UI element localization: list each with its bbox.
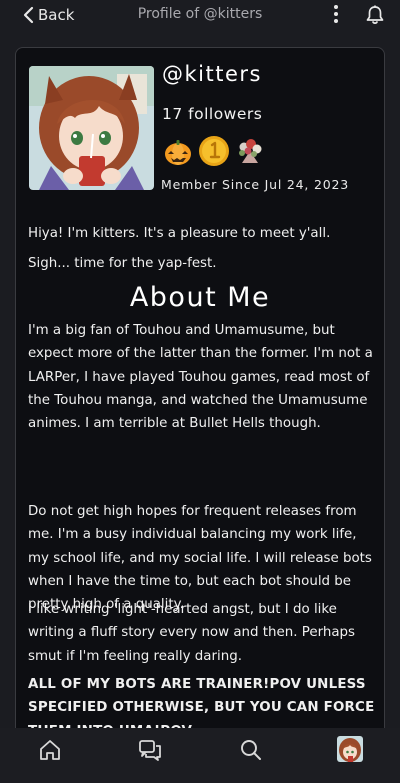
bio-line: Hiya! I'm kitters. It's a pleasure to me… — [28, 226, 331, 241]
nav-profile-avatar[interactable] — [337, 736, 363, 762]
about-paragraph: I like writing 'light'-hearted angst, bu… — [28, 602, 356, 664]
badge-list — [162, 134, 266, 168]
bio-line: Sigh... time for the yap-fest. — [28, 256, 217, 271]
bell-icon[interactable] — [364, 4, 386, 26]
profile-card: @kitters 17 followers Member Since Jul 2… — [15, 47, 385, 749]
gold-coin-badge-icon[interactable] — [198, 135, 230, 167]
username: @kitters — [162, 62, 262, 86]
bio-intro: Hiya! I'm kitters. It's a pleasure to me… — [28, 222, 374, 275]
about-paragraph: I'm a big fan of Touhou and Umamusume, b… — [28, 323, 373, 432]
flower-bouquet-badge-icon[interactable] — [234, 135, 266, 167]
bottom-nav — [0, 728, 400, 783]
profile-avatar — [29, 66, 154, 190]
top-bar: Back Profile of @kitters — [0, 0, 400, 32]
home-icon[interactable] — [38, 738, 62, 762]
pumpkin-badge-icon[interactable] — [162, 135, 194, 167]
chat-icon[interactable] — [138, 738, 162, 762]
followers-count[interactable]: 17 followers — [162, 105, 262, 123]
member-since: Member Since Jul 24, 2023 — [161, 177, 349, 192]
about-heading: About Me — [129, 282, 271, 313]
more-options-icon[interactable] — [328, 3, 344, 25]
search-icon[interactable] — [239, 738, 263, 762]
